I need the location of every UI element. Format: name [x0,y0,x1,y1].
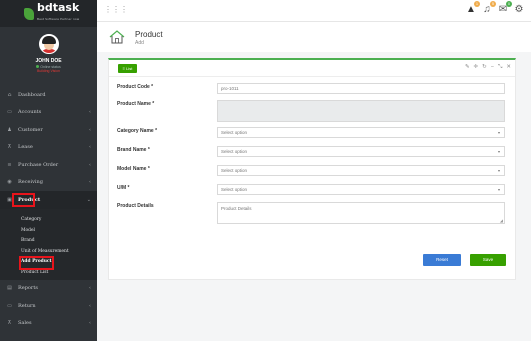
page-title: Product [135,30,163,39]
mail-badge: 0 [506,1,512,7]
product-details-textarea[interactable]: Product Details ◢ [217,202,505,224]
submenu-item-unit-of-measurement[interactable]: Unit of Measurement [0,246,97,257]
sidebar-item-receiving[interactable]: ◉ Receiving ‹ [0,174,97,192]
dropdown-arrow-icon: ▾ [497,168,500,173]
highlight-product-menu [12,193,35,207]
user-icon: ♟ [7,126,12,133]
model-name-label: Model Name * [117,166,150,172]
chevron-left-icon: ‹ [89,126,91,133]
dropdown-arrow-icon: ▾ [497,149,500,154]
edit-icon[interactable]: ✎ [465,64,470,71]
dropdown-arrow-icon: ▾ [497,187,500,192]
profile: JOHN DOE Online status Building Vision [0,27,97,86]
chevron-left-icon: ‹ [89,179,91,186]
list-icon: ≡ [122,66,125,71]
product-code-input[interactable]: pro-1011 [217,83,505,94]
list-button[interactable]: ≡ List [118,64,137,73]
list-icon: ≡ [7,161,12,168]
submenu-item-model[interactable]: Model [0,225,97,236]
category-select[interactable]: Select option ▾ [217,127,505,138]
page-subtitle: Add [135,40,144,46]
sidebar-item-sales[interactable]: ⊼ Sales ‹ [0,315,97,333]
submenu-item-category[interactable]: Category [0,215,97,226]
brand-select[interactable]: Select option ▾ [217,146,505,157]
panel-header: ≡ List ✎ ✛ ↻ − ⤡ ✕ [109,60,515,77]
product-code-label: Product Code * [117,84,154,90]
chevron-down-icon: ⌄ [86,196,91,203]
menu-grid-icon[interactable]: ⋮⋮⋮ [104,6,128,14]
return-icon: ▭ [7,302,12,309]
product-name-label: Product Name * [117,101,155,107]
sidebar-item-label: Purchase Order [18,161,59,168]
sidebar-item-return[interactable]: ▭ Return ‹ [0,297,97,315]
minimize-icon[interactable]: − [491,64,494,71]
logo[interactable]: bdtask Best Software Partner now [0,0,97,27]
refresh-icon[interactable]: ↻ [482,64,487,71]
chevron-left-icon: ‹ [89,109,91,116]
highlight-add-product [19,256,54,270]
settings-gear-icon[interactable]: ⚙ [513,4,525,16]
sidebar-item-label: Return [18,302,36,309]
sidebar-item-label: Dashboard [18,91,46,98]
save-button[interactable]: Save [470,254,506,266]
product-details-label: Product Details [117,203,154,209]
alert-icon[interactable]: ▲ 1 [465,1,480,16]
sidebar-item-reports[interactable]: ▤ Reports ‹ [0,280,97,298]
sidebar-item-dashboard[interactable]: ⌂ Dashboard [0,86,97,104]
category-name-label: Category Name * [117,128,158,134]
brand-name-label: Brand Name * [117,147,150,153]
chevron-left-icon: ‹ [89,320,91,327]
sidebar-item-lease[interactable]: ⊼ Lease ‹ [0,139,97,157]
logo-subtext: Best Software Partner now [37,17,80,21]
reset-button[interactable]: Reset [423,254,461,266]
sidebar-item-label: Receiving [18,179,43,186]
sidebar: bdtask Best Software Partner now JOHN DO… [0,0,97,341]
model-select[interactable]: Select option ▾ [217,165,505,176]
uom-label: U/M * [117,185,130,191]
sales-icon: ⊼ [7,320,12,327]
sidebar-item-accounts[interactable]: ▭ Accounts ‹ [0,104,97,122]
uom-select[interactable]: Select option ▾ [217,184,505,195]
sidebar-item-label: Customer [18,126,43,133]
resize-handle-icon[interactable]: ◢ [500,218,503,223]
chevron-left-icon: ‹ [89,161,91,168]
report-icon: ▤ [7,285,12,292]
dropdown-arrow-icon: ▾ [497,130,500,135]
panel-tools: ✎ ✛ ↻ − ⤡ ✕ [465,64,511,71]
page-header: Product Add [97,22,531,52]
bell-badge: 5 [490,1,496,7]
sidebar-item-purchase-order[interactable]: ≡ Purchase Order ‹ [0,156,97,174]
topbar: ⋮⋮⋮ ▲ 1 ♫ 5 ✉ 0 ⚙ [97,0,531,22]
alert-badge: 1 [474,1,480,7]
cart-icon: ⊼ [7,144,12,151]
bell-icon[interactable]: ♫ 5 [481,1,496,16]
fullscreen-icon[interactable]: ⤡ [498,64,502,71]
eye-icon: ◉ [7,179,12,186]
move-icon[interactable]: ✛ [474,64,479,71]
sidebar-item-label: Reports [18,285,38,292]
sidebar-item-label: Accounts [18,109,42,116]
submenu-item-brand[interactable]: Brand [0,236,97,247]
chevron-left-icon: ‹ [89,302,91,309]
sidebar-item-label: Lease [18,144,33,151]
online-dot-icon [36,65,40,68]
folder-icon: ▭ [7,109,12,116]
add-product-panel: ≡ List ✎ ✛ ↻ − ⤡ ✕ Product Code * pro-10… [108,58,516,280]
profile-role: Building Vision [37,69,60,73]
logo-text: bdtask [37,1,80,14]
sidebar-item-customer[interactable]: ♟ Customer ‹ [0,121,97,139]
profile-name: JOHN DOE [35,58,62,64]
close-icon[interactable]: ✕ [506,64,511,71]
chevron-left-icon: ‹ [89,285,91,292]
leaf-logo-icon [24,7,34,20]
dashboard-icon: ⌂ [7,91,12,98]
avatar[interactable] [38,34,59,54]
sidebar-item-label: Sales [18,320,32,327]
product-name-input[interactable] [217,100,505,122]
mail-icon[interactable]: ✉ 0 [497,1,512,16]
chevron-left-icon: ‹ [89,144,91,151]
home-icon [109,30,125,44]
